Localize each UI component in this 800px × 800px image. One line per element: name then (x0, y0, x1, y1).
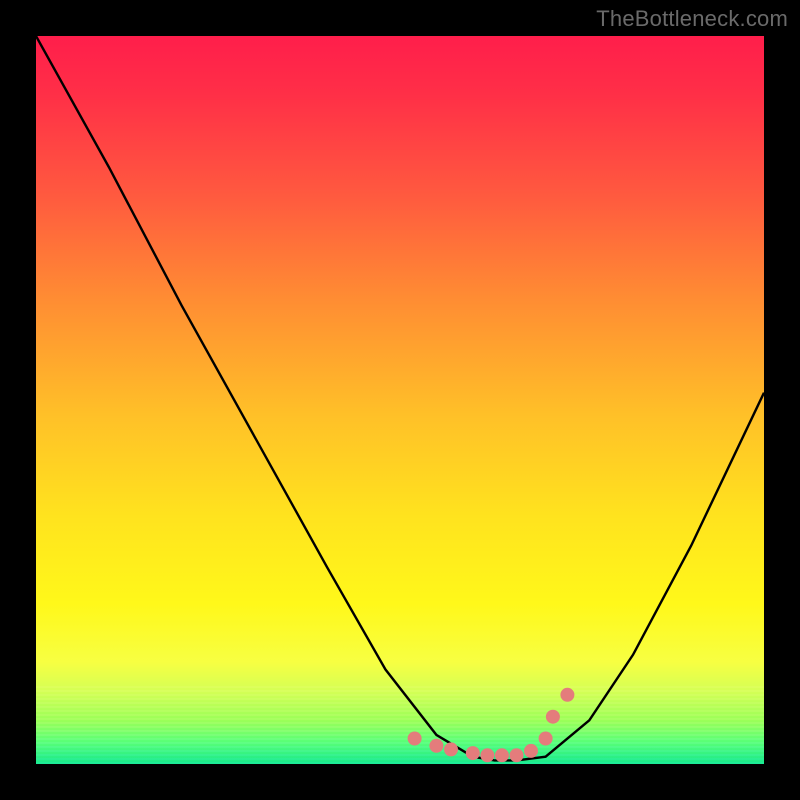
highlight-dot (444, 742, 458, 756)
highlight-dot (560, 688, 574, 702)
highlight-dot (510, 748, 524, 762)
watermark-text: TheBottleneck.com (596, 6, 788, 32)
chart-svg (36, 36, 764, 764)
highlight-dot (429, 739, 443, 753)
highlight-dot (539, 732, 553, 746)
chart-frame (36, 36, 764, 764)
highlight-dot (408, 732, 422, 746)
highlight-dot (546, 710, 560, 724)
highlight-dot (480, 748, 494, 762)
highlight-dot (524, 744, 538, 758)
highlight-dot (495, 748, 509, 762)
highlight-dots-group (408, 688, 575, 763)
highlight-dot (466, 746, 480, 760)
curve-line (36, 36, 764, 760)
